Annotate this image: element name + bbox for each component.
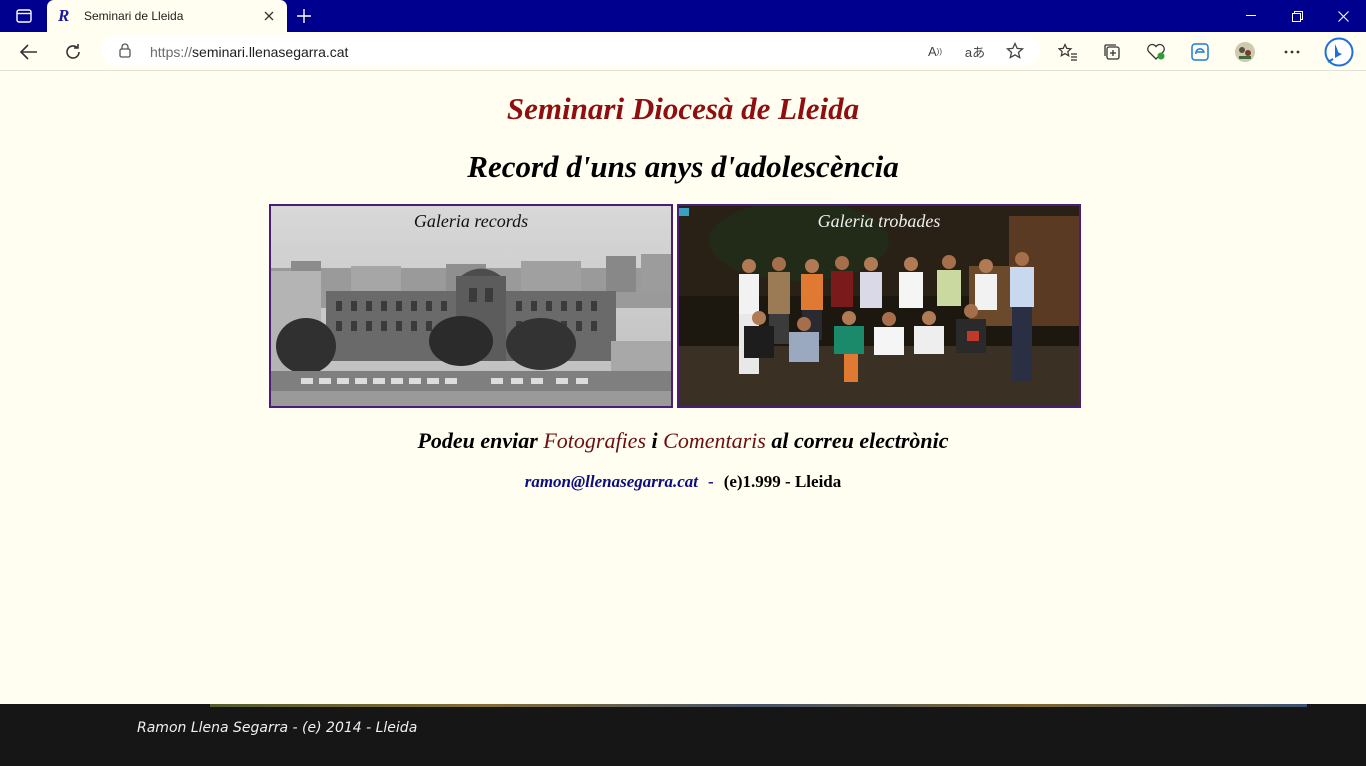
comments-link[interactable]: Comentaris	[663, 428, 766, 453]
copyright-text: (e)1.999 - Lleida	[723, 472, 842, 491]
page-subtitle: Record d'uns anys d'adolescència	[467, 149, 899, 184]
gallery-records-label: Galeria records	[413, 211, 529, 231]
seminary-building-photo	[271, 206, 671, 406]
settings-more-icon[interactable]	[1277, 37, 1307, 67]
favorites-icon[interactable]	[1053, 37, 1083, 67]
email-link[interactable]: ramon@llenasegarra.cat	[525, 472, 698, 491]
close-window-button[interactable]	[1320, 0, 1366, 32]
footer-text: Ramon Llena Segarra - (e) 2014 - Lleida	[137, 720, 418, 736]
edge-drop-icon[interactable]	[1185, 37, 1215, 67]
contact-line: ramon@llenasegarra.cat - (e)1.999 - Lleida	[0, 472, 1366, 492]
extension-icon[interactable]	[1230, 37, 1260, 67]
page-content: Seminari Diocesà de Lleida Record d'uns …	[0, 71, 1366, 704]
back-button[interactable]	[14, 37, 44, 67]
favorite-star-icon[interactable]	[1004, 40, 1026, 62]
browser-toolbar: https://seminari.llenasegarra.cat A)) aあ	[0, 32, 1366, 71]
restore-button[interactable]	[1274, 0, 1320, 32]
tab-strip: R Seminari de Lleida	[0, 0, 1366, 32]
lock-icon[interactable]	[119, 43, 131, 63]
photos-link[interactable]: Fotografies	[543, 428, 646, 453]
translate-icon[interactable]: aあ	[964, 40, 986, 62]
page-title: Seminari Diocesà de Lleida	[506, 91, 860, 126]
read-aloud-icon[interactable]: A))	[924, 40, 946, 62]
site-favicon-icon: R	[58, 6, 70, 25]
bing-copilot-icon[interactable]	[1322, 35, 1356, 69]
separator: -	[708, 472, 714, 491]
url-text: https://seminari.llenasegarra.cat	[150, 44, 349, 60]
collections-icon[interactable]	[1097, 37, 1127, 67]
gallery-records-link[interactable]: Galeria records	[269, 204, 673, 408]
tab-title: Seminari de Lleida	[84, 9, 184, 23]
address-bar[interactable]: https://seminari.llenasegarra.cat A)) aあ	[101, 36, 1040, 66]
group-photo	[679, 206, 1079, 406]
close-tab-icon[interactable]	[259, 6, 279, 26]
minimize-button[interactable]	[1228, 0, 1274, 32]
tab-actions-icon[interactable]	[10, 6, 38, 26]
refresh-button[interactable]	[58, 37, 88, 67]
footer: Ramon Llena Segarra - (e) 2014 - Lleida	[0, 704, 1366, 766]
gallery-trobades-link[interactable]: Galeria trobades	[677, 204, 1081, 408]
send-instructions: Podeu enviar Fotografies i Comentaris al…	[417, 428, 949, 453]
browser-essentials-icon[interactable]	[1141, 37, 1171, 67]
active-tab[interactable]: R Seminari de Lleida	[47, 0, 287, 32]
footer-decoration	[210, 704, 1307, 707]
new-tab-button[interactable]	[293, 5, 315, 27]
gallery-trobades-label: Galeria trobades	[817, 211, 941, 231]
